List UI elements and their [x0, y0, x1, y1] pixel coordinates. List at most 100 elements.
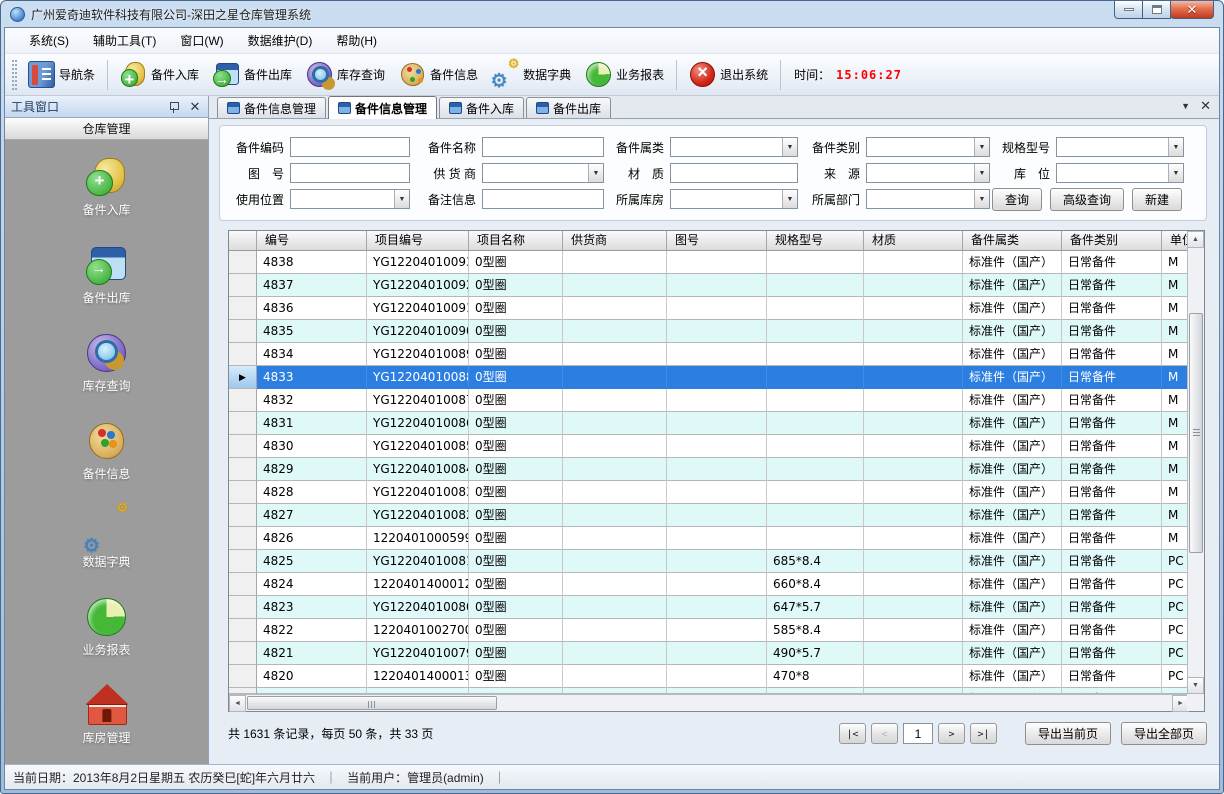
field-source-select[interactable] — [866, 163, 990, 183]
row-selector[interactable] — [229, 435, 257, 458]
table-row[interactable]: 4831YG122040100860型圈标准件（国产）日常备件M — [229, 412, 1189, 435]
table-row[interactable]: 482012204014000130型圈470*8标准件（国产）日常备件PC — [229, 665, 1189, 688]
navbar-button[interactable]: 导航条 — [21, 57, 102, 92]
tabstrip-close-icon[interactable]: ✕ — [1200, 99, 1211, 112]
row-selector[interactable] — [229, 389, 257, 412]
data-dictionary-button[interactable]: 数据字典 — [485, 57, 578, 92]
menu-item[interactable]: 辅助工具(T) — [81, 29, 168, 52]
horizontal-scrollbar[interactable]: ◄ ► — [229, 694, 1189, 711]
sidebar-item-warehouse[interactable]: 库房管理 — [5, 684, 208, 746]
table-row[interactable]: 4829YG122040100840型圈标准件（国产）日常备件M — [229, 458, 1189, 481]
menu-item[interactable]: 窗口(W) — [168, 29, 235, 52]
grid-column-header[interactable]: 材质 — [864, 231, 963, 250]
field-usage_position-select[interactable] — [290, 189, 410, 209]
horizontal-scrollbar-thumb[interactable] — [247, 696, 497, 710]
dropdown-arrow-icon[interactable]: ▼ — [588, 164, 603, 182]
vertical-scrollbar[interactable]: ▲ ▼ — [1187, 231, 1204, 694]
row-selector[interactable] — [229, 297, 257, 320]
table-row[interactable]: 4825YG122040100810型圈685*8.4标准件（国产）日常备件PC — [229, 550, 1189, 573]
table-row[interactable]: 4838YG122040100930型圈标准件（国产）日常备件M — [229, 251, 1189, 274]
sidebar-item-stock-query[interactable]: 库存查询 — [5, 332, 208, 394]
dropdown-arrow-icon[interactable]: ▼ — [974, 138, 989, 156]
prev-page-button[interactable]: < — [871, 723, 898, 744]
field-drawing_no-input[interactable] — [290, 163, 410, 183]
sidebar-item-business-report[interactable]: 业务报表 — [5, 596, 208, 658]
minimize-button[interactable] — [1114, 1, 1143, 19]
menu-item[interactable]: 数据维护(D) — [236, 29, 325, 52]
dropdown-arrow-icon[interactable]: ▼ — [1168, 138, 1183, 156]
dropdown-arrow-icon[interactable]: ▼ — [782, 138, 797, 156]
pin-icon[interactable] — [168, 101, 180, 113]
row-selector[interactable] — [229, 412, 257, 435]
field-warehouse-select[interactable] — [670, 189, 798, 209]
parts-outbound-button[interactable]: 备件出库 — [206, 57, 299, 92]
field-remark-input[interactable] — [482, 189, 604, 209]
row-selector[interactable] — [229, 527, 257, 550]
tab-3[interactable]: 备件出库 — [526, 97, 611, 118]
exit-system-button[interactable]: 退出系统 — [682, 57, 775, 92]
toolbar-grip[interactable] — [12, 60, 17, 90]
grid-column-header[interactable]: 单位 — [1162, 231, 1189, 250]
sidebar-item-parts-outbound[interactable]: 备件出库 — [5, 244, 208, 306]
table-row[interactable]: 4837YG122040100920型圈标准件（国产）日常备件M — [229, 274, 1189, 297]
grid-column-header[interactable]: 规格型号 — [767, 231, 864, 250]
tab-1[interactable]: 备件信息管理 — [328, 96, 437, 119]
grid-column-header[interactable]: 备件类别 — [1062, 231, 1162, 250]
grid-column-header[interactable]: 项目名称 — [469, 231, 563, 250]
business-report-button[interactable]: 业务报表 — [578, 57, 671, 92]
row-selector[interactable] — [229, 320, 257, 343]
dropdown-arrow-icon[interactable]: ▼ — [974, 190, 989, 208]
menu-item[interactable]: 系统(S) — [17, 29, 81, 52]
scroll-up-icon[interactable]: ▲ — [1187, 231, 1204, 248]
table-row[interactable]: 4836YG122040100910型圈标准件（国产）日常备件M — [229, 297, 1189, 320]
stock-query-button[interactable]: 库存查询 — [299, 57, 392, 92]
parts-inbound-button[interactable]: 备件入库 — [113, 57, 206, 92]
table-row[interactable]: 4827YG122040100820型圈标准件（国产）日常备件M — [229, 504, 1189, 527]
dropdown-arrow-icon[interactable]: ▼ — [782, 190, 797, 208]
field-location-select[interactable] — [1056, 163, 1184, 183]
table-row[interactable]: 4834YG122040100890型圈标准件（国产）日常备件M — [229, 343, 1189, 366]
table-row[interactable]: 4828YG122040100830型圈标准件（国产）日常备件M — [229, 481, 1189, 504]
new-button[interactable]: 新建 — [1132, 188, 1182, 211]
chevron-down-icon[interactable]: ▼ — [1181, 101, 1190, 111]
first-page-button[interactable]: |< — [839, 723, 866, 744]
table-row[interactable]: 4835YG122040100900型圈标准件（国产）日常备件M — [229, 320, 1189, 343]
row-selector[interactable] — [229, 343, 257, 366]
row-selector[interactable] — [229, 481, 257, 504]
field-supplier-select[interactable] — [482, 163, 604, 183]
table-row[interactable]: 4823YG122040100800型圈647*5.7标准件（国产）日常备件PC — [229, 596, 1189, 619]
row-selector[interactable] — [229, 458, 257, 481]
last-page-button[interactable]: >| — [970, 723, 997, 744]
row-selector[interactable] — [229, 573, 257, 596]
grid-column-header[interactable]: 项目编号 — [367, 231, 469, 250]
tab-2[interactable]: 备件入库 — [439, 97, 524, 118]
sidebar-item-parts-info[interactable]: 备件信息 — [5, 420, 208, 482]
vertical-scrollbar-thumb[interactable] — [1189, 313, 1203, 553]
table-row[interactable]: 482212204010027000型圈585*8.4标准件（国产）日常备件PC — [229, 619, 1189, 642]
field-department-select[interactable] — [866, 189, 990, 209]
table-row[interactable]: 4832YG122040100870型圈标准件（国产）日常备件M — [229, 389, 1189, 412]
row-selector[interactable] — [229, 251, 257, 274]
maximize-button[interactable] — [1142, 1, 1171, 19]
field-material-input[interactable] — [670, 163, 798, 183]
row-selector[interactable] — [229, 504, 257, 527]
horizontal-scroll-track[interactable] — [246, 695, 1172, 712]
grid-column-header[interactable]: 备件属类 — [963, 231, 1062, 250]
next-page-button[interactable]: > — [938, 723, 965, 744]
sidebar-item-data-dictionary[interactable]: 数据字典 — [5, 508, 208, 570]
title-bar[interactable]: 广州爱奇迪软件科技有限公司-深田之星仓库管理系统 ✕ — [4, 1, 1220, 27]
parts-info-button[interactable]: 备件信息 — [392, 57, 485, 92]
scroll-left-icon[interactable]: ◄ — [229, 695, 246, 712]
tab-0[interactable]: 备件信息管理 — [217, 97, 326, 118]
field-part_class-select[interactable] — [670, 137, 798, 157]
sidebar-item-parts-inbound[interactable]: 备件入库 — [5, 156, 208, 218]
row-selector-arrow-icon[interactable]: ▶ — [229, 366, 257, 389]
table-row[interactable]: 482412204014000120型圈660*8.4标准件（国产）日常备件PC — [229, 573, 1189, 596]
row-selector[interactable] — [229, 619, 257, 642]
close-button[interactable]: ✕ — [1170, 1, 1214, 19]
export-current-page-button[interactable]: 导出当前页 — [1025, 722, 1111, 745]
grid-column-header[interactable]: 图号 — [667, 231, 767, 250]
row-selector[interactable] — [229, 642, 257, 665]
dropdown-arrow-icon[interactable]: ▼ — [394, 190, 409, 208]
field-part_code-input[interactable] — [290, 137, 410, 157]
